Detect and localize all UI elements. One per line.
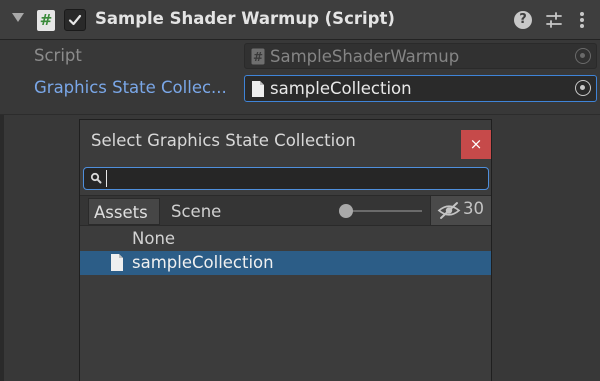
script-value: SampleShaderWarmup [270,47,460,66]
list-item-label: None [132,229,176,248]
divider [0,114,600,115]
asset-list: None sampleCollection [80,227,491,275]
graphics-state-collection-value: sampleCollection [270,79,412,98]
search-input[interactable] [106,170,476,187]
inspector-gutter [0,115,4,381]
component-enabled-checkbox[interactable] [64,9,86,31]
document-icon [111,254,123,271]
object-selector-window[interactable]: Select Graphics State Collection × Asset… [79,119,492,381]
tab-scene[interactable]: Scene [166,198,226,225]
document-icon [252,81,264,97]
tab-assets[interactable]: Assets [88,198,160,225]
selector-title: Select Graphics State Collection [91,131,356,150]
foldout-arrow-icon[interactable] [12,13,24,22]
list-item-sample-collection[interactable]: sampleCollection [80,251,491,275]
cs-script-icon: # [37,10,55,31]
presets-icon[interactable] [544,10,564,30]
script-field: # SampleShaderWarmup [244,43,597,69]
hidden-count: 30 [463,199,484,218]
preview-size-slider[interactable] [350,210,422,212]
list-item-label: sampleCollection [132,253,274,272]
list-item-none[interactable]: None [80,227,491,251]
help-icon[interactable]: ? [514,11,532,29]
hidden-items-toggle[interactable]: 30 [430,196,491,225]
graphics-state-collection-field[interactable]: sampleCollection [244,75,597,102]
selector-tabbar: Assets Scene 30 [80,195,491,226]
search-icon [90,172,102,184]
object-picker-icon[interactable] [575,48,591,64]
kebab-menu-icon[interactable] [576,10,596,30]
eye-hidden-icon [437,202,461,219]
component-header[interactable]: # Sample Shader Warmup (Script) ? [0,0,600,40]
graphics-state-collection-label: Graphics State Collec... [34,78,227,97]
script-label: Script [34,46,82,65]
svg-text:#: # [253,50,263,64]
component-title: Sample Shader Warmup (Script) [95,9,395,28]
checkbox-check-icon [68,14,82,26]
cs-script-icon: # [251,48,265,65]
close-button[interactable]: × [461,130,491,159]
search-field[interactable] [83,167,489,190]
object-picker-icon[interactable] [575,80,591,96]
preview-size-slider-handle[interactable] [339,204,353,218]
